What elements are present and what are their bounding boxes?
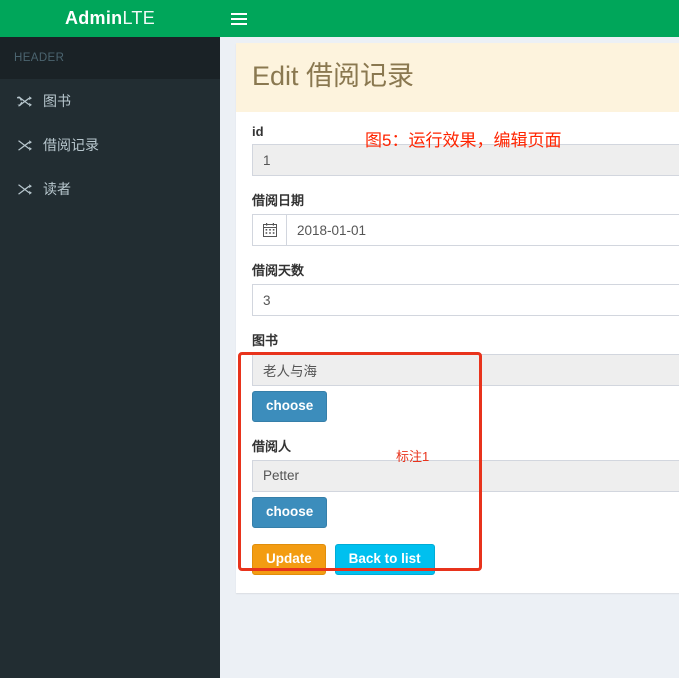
sidebar-header: HEADER: [0, 37, 220, 79]
sidebar-item-readers[interactable]: 读者: [0, 167, 220, 211]
form-group-borrow-date: 借阅日期: [252, 190, 679, 247]
shuffle-icon: [17, 139, 39, 152]
panel-header: Edit 借阅记录: [236, 43, 679, 113]
choose-book-button[interactable]: choose: [252, 391, 328, 422]
app-logo[interactable]: Admin LTE: [0, 0, 220, 37]
calendar-icon: [252, 214, 286, 247]
sidebar-item-label: 图书: [43, 93, 71, 109]
page-title: Edit 借阅记录: [252, 61, 415, 91]
hamburger-icon[interactable]: [220, 0, 258, 37]
logo-light-text: LTE: [122, 8, 156, 28]
shuffle-icon: [17, 95, 39, 108]
logo-bold-text: Admin: [64, 8, 123, 28]
top-navbar: Admin LTE: [0, 0, 679, 37]
annotation-figure-caption: 图5：运行效果，编辑页面: [365, 131, 562, 150]
navbar-right: [220, 0, 679, 37]
label-borrower: 借阅人: [252, 438, 292, 454]
form-group-book: 图书 choose: [252, 330, 679, 422]
sidebar-item-books[interactable]: 图书: [0, 79, 220, 123]
borrow-date-input[interactable]: [286, 214, 679, 247]
back-to-list-button[interactable]: Back to list: [334, 543, 435, 575]
annotation-label-1: 标注1: [396, 449, 430, 464]
shuffle-icon: [17, 183, 39, 196]
book-choose-wrap: choose: [252, 391, 679, 422]
book-input[interactable]: [252, 354, 679, 387]
sidebar-item-label: 借阅记录: [43, 137, 99, 153]
label-book: 图书: [252, 333, 279, 349]
borrower-choose-wrap: choose: [252, 496, 679, 528]
sidebar-item-label: 读者: [43, 181, 71, 197]
edit-form: id 借阅日期: [236, 112, 679, 593]
borrower-input[interactable]: [252, 459, 679, 492]
borrow-days-input[interactable]: [252, 284, 679, 317]
borrow-date-input-group: [252, 214, 679, 247]
sidebar: HEADER 图书 借阅记录 读者: [0, 37, 220, 678]
label-borrow-days: 借阅天数: [252, 263, 305, 279]
choose-borrower-button[interactable]: choose: [252, 496, 328, 528]
sidebar-item-borrow-records[interactable]: 借阅记录: [0, 123, 220, 167]
form-group-borrow-days: 借阅天数: [252, 260, 679, 317]
update-button[interactable]: Update: [252, 543, 326, 575]
form-group-borrower: 借阅人 choose: [252, 436, 679, 528]
sidebar-menu: 图书 借阅记录 读者: [0, 79, 220, 211]
form-actions: Update Back to list: [252, 543, 679, 575]
label-borrow-date: 借阅日期: [252, 193, 305, 209]
